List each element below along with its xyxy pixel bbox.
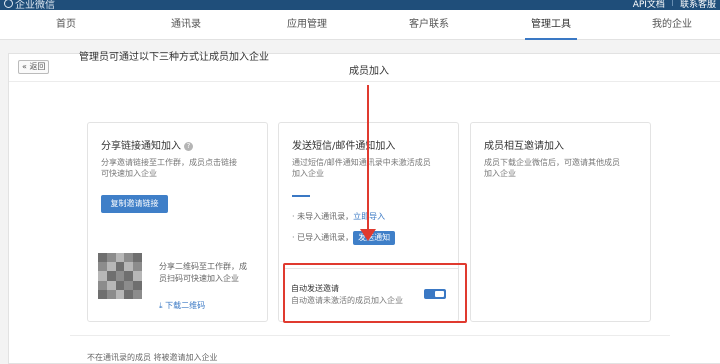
share-card-desc: 分享邀请链接至工作群，成员点击链接 可快速加入企业 [101,157,237,179]
sms-card-desc-line: 加入企业 [292,169,324,178]
mutual-invite-card: 成员相互邀请加入 成员下载企业微信后，可邀请其他成员 加入企业 [470,122,651,322]
back-button[interactable]: « 返回 [18,60,50,74]
contact-support-link[interactable]: 联系客服 [680,0,716,10]
share-link-card: 分享链接通知加入? 分享邀请链接至工作群，成员点击链接 可快速加入企业 复制邀请… [87,122,268,322]
qr-desc: 分享二维码至工作群，成 员扫码可快速加入企业 [159,261,247,285]
wecom-logo-icon [4,0,13,8]
qr-code-image [98,253,142,299]
qr-desc-line: 分享二维码至工作群，成 [159,262,247,271]
import-now-link[interactable]: 立即导入 [353,212,385,221]
mutual-card-title: 成员相互邀请加入 [484,141,564,152]
sms-card-desc-line: 通过短信/邮件通知通讯录中未激活成员 [292,158,431,167]
main-nav: 首页 通讯录 应用管理 客户联系 管理工具 我的企业 [0,10,720,40]
share-card-desc-line: 可快速加入企业 [101,169,157,178]
share-card-desc-line: 分享邀请链接至工作群，成员点击链接 [101,158,237,167]
download-qr-link[interactable]: ⤓ 下载二维码 [159,293,205,312]
download-qr-label: 下载二维码 [165,301,206,310]
mutual-card-desc: 成员下载企业微信后，可邀请其他成员 加入企业 [484,157,620,179]
page-title: 成员加入 [349,66,389,77]
footer-text: 不在通讯录的成员 将被邀请加入企业 [87,353,218,362]
top-links: API文档 | 联系客服 [633,0,716,10]
nav-customer-contact[interactable]: 客户联系 [409,10,449,40]
nav-home[interactable]: 首页 [56,10,76,40]
annotation-arrow-head-icon [360,229,376,241]
nav-app-management[interactable]: 应用管理 [287,10,327,40]
sms-card-desc: 通过短信/邮件通知通讯录中未激活成员 加入企业 [292,157,431,179]
top-links-separator: | [670,0,674,7]
blue-divider [292,195,310,197]
annotation-arrow-line [367,85,369,231]
imported-text: 已导入通讯录， [297,233,354,242]
share-card-title-text: 分享链接通知加入 [101,141,181,152]
mutual-card-desc-line: 成员下载企业微信后，可邀请其他成员 [484,158,620,167]
sms-card-title: 发送短信/邮件通知加入 [292,141,396,152]
not-imported-row: · 未导入通讯录，立即导入 [292,211,385,222]
nav-contacts[interactable]: 通讯录 [171,10,201,40]
footer-divider [70,335,670,336]
nav-management-tools[interactable]: 管理工具 [525,10,577,40]
help-icon[interactable]: ? [184,142,193,151]
qr-desc-line: 员扫码可快速加入企业 [159,274,239,283]
mutual-card-desc-line: 加入企业 [484,169,516,178]
top-bar: 企业微信 API文档 | 联系客服 [0,0,720,11]
imported-row: · 已导入通讯录， 发送通知 [292,231,396,245]
copy-invite-link-button[interactable]: 复制邀请链接 [101,195,168,213]
api-docs-link[interactable]: API文档 [633,0,665,10]
intro-text: 管理员可通过以下三种方式让成员加入企业 [79,52,269,63]
highlight-box [283,263,467,323]
nav-my-enterprise[interactable]: 我的企业 [652,10,692,40]
not-imported-text: 未导入通讯录， [297,212,354,221]
share-card-title: 分享链接通知加入? [101,137,193,152]
